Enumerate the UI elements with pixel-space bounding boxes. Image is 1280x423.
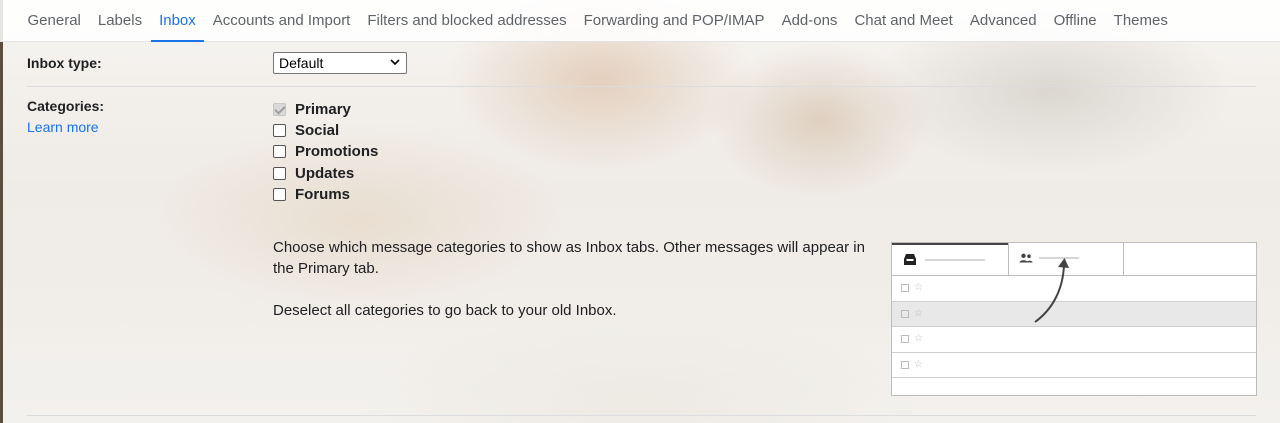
category-label[interactable]: Updates	[295, 165, 354, 182]
primary-checkbox	[273, 103, 286, 117]
promotions-checkbox[interactable]	[273, 145, 286, 159]
tab-advanced[interactable]: Advanced	[961, 0, 1045, 41]
tab-inbox[interactable]: Inbox	[150, 0, 205, 42]
categories-deselect-note: Deselect all categories to go back to yo…	[273, 302, 617, 319]
preview-tab-text-line	[925, 259, 985, 261]
row-divider	[27, 86, 1256, 87]
categories-label: Categories:	[27, 98, 105, 114]
tab-chat-and-meet[interactable]: Chat and Meet	[846, 0, 961, 41]
category-label[interactable]: Promotions	[295, 143, 378, 160]
category-label: Primary	[295, 101, 351, 119]
star-icon: ☆	[914, 358, 923, 370]
inbox-type-value: Default	[279, 55, 324, 71]
tab-add-ons[interactable]: Add-ons	[773, 0, 846, 41]
category-forums[interactable]: Forums	[273, 184, 378, 205]
star-icon: ☆	[914, 307, 923, 319]
preview-tab-separator	[1008, 243, 1009, 276]
tab-offline[interactable]: Offline	[1045, 0, 1105, 41]
category-promotions[interactable]: Promotions	[273, 141, 378, 162]
inbox-tabs-preview: ☆ ☆ ☆ ☆	[891, 242, 1257, 396]
tab-themes[interactable]: Themes	[1105, 0, 1176, 41]
tab-filters-and-blocked-addresses[interactable]: Filters and blocked addresses	[359, 0, 575, 41]
tab-labels[interactable]: Labels	[89, 0, 150, 41]
category-list: Primary Social Promotions Updates Forums	[273, 99, 378, 205]
tab-accounts-and-import[interactable]: Accounts and Import	[204, 0, 359, 41]
preview-primary-tab	[892, 243, 1008, 276]
settings-tabs: General Labels Inbox Accounts and Import…	[0, 0, 1280, 42]
tab-general[interactable]: General	[19, 0, 89, 41]
preview-tab-separator	[1123, 243, 1124, 276]
inbox-type-select[interactable]: Default	[273, 52, 407, 74]
chevron-down-icon	[390, 59, 400, 66]
star-icon: ☆	[914, 333, 923, 345]
tab-forwarding-and-pop-imap[interactable]: Forwarding and POP/IMAP	[575, 0, 773, 41]
categories-description: Choose which message categories to show …	[273, 239, 865, 277]
learn-more-link[interactable]: Learn more	[27, 119, 99, 135]
social-checkbox[interactable]	[273, 124, 286, 138]
category-label[interactable]: Social	[295, 122, 339, 139]
inbox-type-label: Inbox type:	[27, 55, 102, 71]
forums-checkbox[interactable]	[273, 187, 286, 201]
category-primary: Primary	[273, 99, 378, 120]
arrow-icon	[1034, 258, 1069, 323]
category-updates[interactable]: Updates	[273, 163, 378, 184]
category-social[interactable]: Social	[273, 120, 378, 141]
section-divider	[27, 415, 1256, 416]
preview-row: ☆	[892, 327, 1256, 353]
star-icon: ☆	[914, 282, 923, 294]
inbox-icon	[904, 254, 916, 265]
window-edge	[0, 0, 3, 423]
category-label[interactable]: Forums	[295, 186, 350, 203]
updates-checkbox[interactable]	[273, 166, 286, 180]
preview-row: ☆	[892, 353, 1256, 378]
